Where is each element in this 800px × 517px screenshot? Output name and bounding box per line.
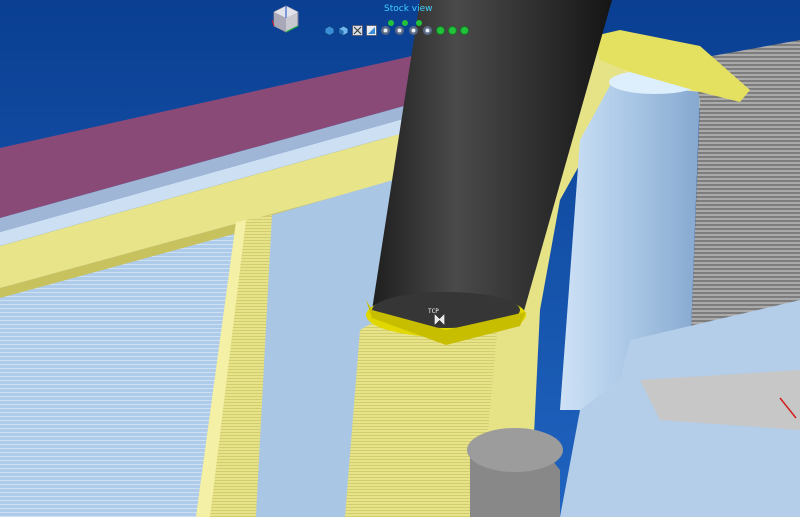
status-dot-1[interactable] (436, 25, 445, 35)
view-title: Stock view (384, 4, 433, 14)
holder-visibility-button[interactable] (394, 19, 408, 36)
fixture-eye-icon (409, 25, 418, 35)
tcp-marker-icon[interactable] (434, 314, 445, 325)
section-view-button[interactable] (366, 24, 377, 36)
stock-simulation-scene[interactable] (0, 0, 800, 517)
orientation-cube[interactable] (270, 4, 302, 38)
tool-visibility-button[interactable] (380, 19, 394, 36)
status-dot-3[interactable] (460, 25, 469, 35)
stud-top (467, 428, 563, 472)
holder-eye-icon (395, 25, 404, 35)
stock-view-viewport[interactable]: Stock view TCP (0, 0, 800, 517)
tool-eye-icon (381, 25, 390, 35)
stock-view-toolbar (324, 19, 469, 40)
zoom-fit-icon (352, 24, 363, 36)
zoom-fit-button[interactable] (352, 24, 363, 36)
stock-shaded-view-button[interactable] (338, 25, 349, 36)
section-icon (366, 24, 377, 36)
gouge-eye-icon (423, 25, 432, 35)
fixture-visibility-button[interactable] (408, 19, 422, 36)
status-dot-2[interactable] (448, 25, 457, 35)
stock-solid-view-button[interactable] (324, 25, 335, 36)
gouge-check-button[interactable] (422, 25, 433, 36)
cube-shaded-icon (338, 25, 349, 36)
cube-solid-icon (324, 25, 335, 36)
axis-cube-icon (271, 5, 299, 33)
